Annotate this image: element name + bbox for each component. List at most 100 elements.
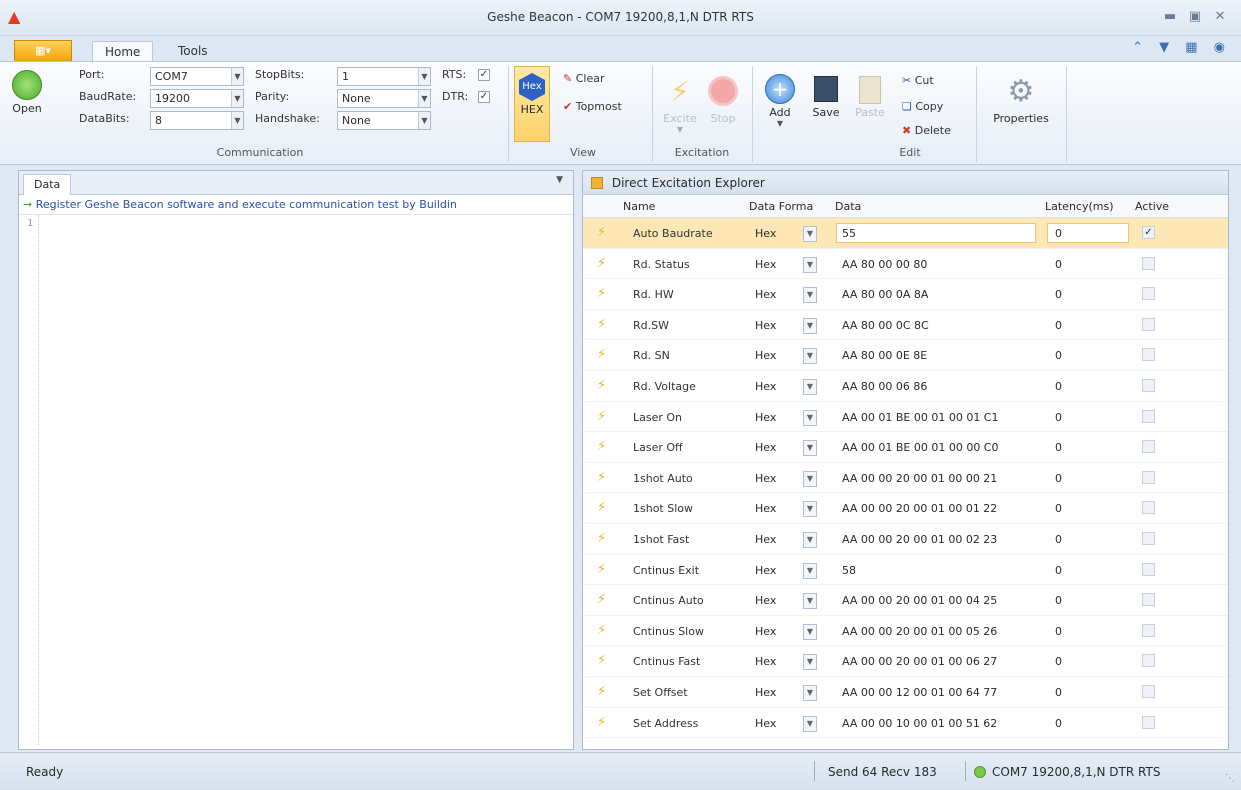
copy-button[interactable]: ❏ Copy: [902, 100, 943, 113]
active-checkbox[interactable]: [1142, 440, 1155, 454]
format-dropdown-icon[interactable]: ▼: [803, 531, 817, 548]
table-row[interactable]: ⚡ Rd. Voltage Hex ▼ AA 80 00 06 86 0: [583, 371, 1228, 402]
row-data[interactable]: 55: [842, 227, 856, 240]
tab-tools[interactable]: Tools: [166, 41, 220, 62]
row-latency[interactable]: 0: [1055, 411, 1062, 424]
active-checkbox[interactable]: [1142, 715, 1155, 729]
active-checkbox[interactable]: [1142, 623, 1155, 637]
quick-access-icons[interactable]: ⌃ ▼ ▦ ◉: [1132, 40, 1231, 55]
table-row[interactable]: ⚡ 1shot Auto Hex ▼ AA 00 00 20 00 01 00 00 2…: [583, 463, 1228, 494]
register-link[interactable]: ➞ Register Geshe Beacon software and exe…: [19, 195, 573, 215]
restore-icon[interactable]: ▣: [1185, 8, 1205, 26]
paste-button[interactable]: Paste: [852, 74, 888, 119]
parity-select[interactable]: None ▼: [337, 89, 431, 108]
format-dropdown-icon[interactable]: ▼: [803, 562, 817, 579]
resize-grip-icon[interactable]: ⋱: [1225, 773, 1235, 784]
minimize-icon[interactable]: ▬: [1160, 8, 1180, 26]
row-data[interactable]: AA 00 00 20 00 01 00 02 23: [842, 533, 997, 546]
row-latency[interactable]: 0: [1055, 564, 1062, 577]
row-data[interactable]: AA 80 00 00 80: [842, 258, 927, 271]
row-latency[interactable]: 0: [1055, 319, 1062, 332]
row-data[interactable]: AA 00 01 BE 00 01 00 01 C1: [842, 411, 999, 424]
format-dropdown-icon[interactable]: ▼: [803, 409, 817, 426]
active-checkbox[interactable]: [1142, 562, 1155, 576]
row-latency[interactable]: 0: [1055, 502, 1062, 515]
active-checkbox[interactable]: [1142, 348, 1155, 362]
row-latency[interactable]: 0: [1055, 717, 1062, 730]
row-data[interactable]: AA 80 00 0C 8C: [842, 319, 929, 332]
rts-checkbox[interactable]: ✓: [478, 69, 490, 81]
row-latency[interactable]: 0: [1055, 380, 1062, 393]
table-row[interactable]: ⚡ Rd.SW Hex ▼ AA 80 00 0C 8C 0: [583, 310, 1228, 341]
active-checkbox[interactable]: [1142, 501, 1155, 515]
active-checkbox[interactable]: [1142, 378, 1155, 392]
active-checkbox[interactable]: [1142, 593, 1155, 607]
column-header-active[interactable]: Active: [1135, 200, 1169, 213]
row-latency[interactable]: 0: [1055, 472, 1062, 485]
active-checkbox[interactable]: [1142, 654, 1155, 668]
active-checkbox[interactable]: [1142, 684, 1155, 698]
topmost-button[interactable]: ✔ Topmost: [563, 100, 622, 113]
databits-select[interactable]: 8 ▼: [150, 111, 244, 130]
column-header-latency[interactable]: Latency(ms): [1045, 200, 1114, 213]
format-dropdown-icon[interactable]: ▼: [803, 378, 817, 395]
tab-data[interactable]: Data: [23, 174, 72, 195]
format-dropdown-icon[interactable]: ▼: [803, 684, 817, 701]
format-dropdown-icon[interactable]: ▼: [803, 593, 817, 610]
table-row[interactable]: ⚡ Cntinus Fast Hex ▼ AA 00 00 20 00 01 00 06…: [583, 646, 1228, 677]
active-checkbox[interactable]: [1142, 317, 1155, 331]
active-checkbox[interactable]: [1142, 256, 1155, 270]
row-data[interactable]: AA 00 00 20 00 01 00 06 27: [842, 655, 997, 668]
data-editor[interactable]: 1: [19, 215, 573, 745]
format-dropdown-icon[interactable]: ▼: [803, 287, 817, 304]
row-latency[interactable]: 0: [1055, 288, 1062, 301]
row-latency[interactable]: 0: [1055, 594, 1062, 607]
format-dropdown-icon[interactable]: ▼: [803, 623, 817, 640]
format-dropdown-icon[interactable]: ▼: [803, 317, 817, 334]
row-latency[interactable]: 0: [1055, 625, 1062, 638]
row-data[interactable]: AA 00 01 BE 00 01 00 00 C0: [842, 441, 999, 454]
row-latency[interactable]: 0: [1055, 655, 1062, 668]
hex-toggle-button[interactable]: Hex HEX: [514, 66, 550, 142]
row-data[interactable]: AA 00 00 20 00 01 00 05 26: [842, 625, 997, 638]
row-latency[interactable]: 0: [1055, 533, 1062, 546]
handshake-select[interactable]: None ▼: [337, 111, 431, 130]
port-select[interactable]: COM7 ▼: [150, 67, 244, 86]
format-dropdown-icon[interactable]: ▼: [803, 501, 817, 518]
table-row[interactable]: ⚡ Set Offset Hex ▼ AA 00 00 12 00 01 00 64 7…: [583, 677, 1228, 708]
table-row[interactable]: ⚡ Cntinus Auto Hex ▼ AA 00 00 20 00 01 00 04…: [583, 585, 1228, 616]
format-dropdown-icon[interactable]: ▼: [803, 440, 817, 457]
row-data[interactable]: AA 00 00 20 00 01 00 00 21: [842, 472, 997, 485]
table-row[interactable]: ⚡ 1shot Fast Hex ▼ AA 00 00 20 00 01 00 02 2…: [583, 524, 1228, 555]
active-checkbox[interactable]: [1142, 287, 1155, 301]
cut-button[interactable]: ✂ Cut: [902, 74, 934, 87]
table-row[interactable]: ⚡ Auto Baudrate Hex ▼ 55 0 ✓: [583, 218, 1228, 249]
table-row[interactable]: ⚡ Laser Off Hex ▼ AA 00 01 BE 00 01 00 00 C0…: [583, 432, 1228, 463]
format-dropdown-icon[interactable]: ▼: [803, 715, 817, 732]
row-data[interactable]: AA 80 00 06 86: [842, 380, 927, 393]
excite-button[interactable]: ⚡ Excite ▼: [660, 72, 700, 134]
table-row[interactable]: ⚡ Laser On Hex ▼ AA 00 01 BE 00 01 00 01 C1 0: [583, 402, 1228, 433]
tab-home[interactable]: Home: [92, 41, 154, 62]
row-data[interactable]: AA 00 00 20 00 01 00 01 22: [842, 502, 997, 515]
table-row[interactable]: ⚡ Rd. SN Hex ▼ AA 80 00 0E 8E 0: [583, 340, 1228, 371]
column-header-format[interactable]: Data Forma: [749, 200, 813, 213]
format-dropdown-icon[interactable]: ▼: [803, 348, 817, 365]
active-checkbox[interactable]: [1142, 409, 1155, 423]
format-dropdown-icon[interactable]: ▼: [803, 256, 817, 273]
save-button[interactable]: Save: [808, 74, 844, 119]
properties-button[interactable]: ⚙ Properties: [984, 74, 1058, 125]
format-dropdown-icon[interactable]: ▼: [803, 470, 817, 487]
chevron-down-icon[interactable]: ▼: [556, 175, 563, 185]
table-row[interactable]: ⚡ 1shot Slow Hex ▼ AA 00 00 20 00 01 00 01 2…: [583, 493, 1228, 524]
add-button[interactable]: + Add ▼: [762, 74, 798, 128]
row-data[interactable]: AA 80 00 0A 8A: [842, 288, 928, 301]
format-dropdown-icon[interactable]: ▼: [803, 226, 817, 242]
table-row[interactable]: ⚡ Cntinus Exit Hex ▼ 58 0: [583, 555, 1228, 586]
row-latency[interactable]: 0: [1055, 686, 1062, 699]
column-header-data[interactable]: Data: [835, 200, 861, 213]
clear-button[interactable]: ✎ Clear: [563, 72, 605, 85]
column-header-name[interactable]: Name: [623, 200, 655, 213]
baudrate-select[interactable]: 19200 ▼: [150, 89, 244, 108]
active-checkbox[interactable]: ✓: [1142, 226, 1155, 239]
